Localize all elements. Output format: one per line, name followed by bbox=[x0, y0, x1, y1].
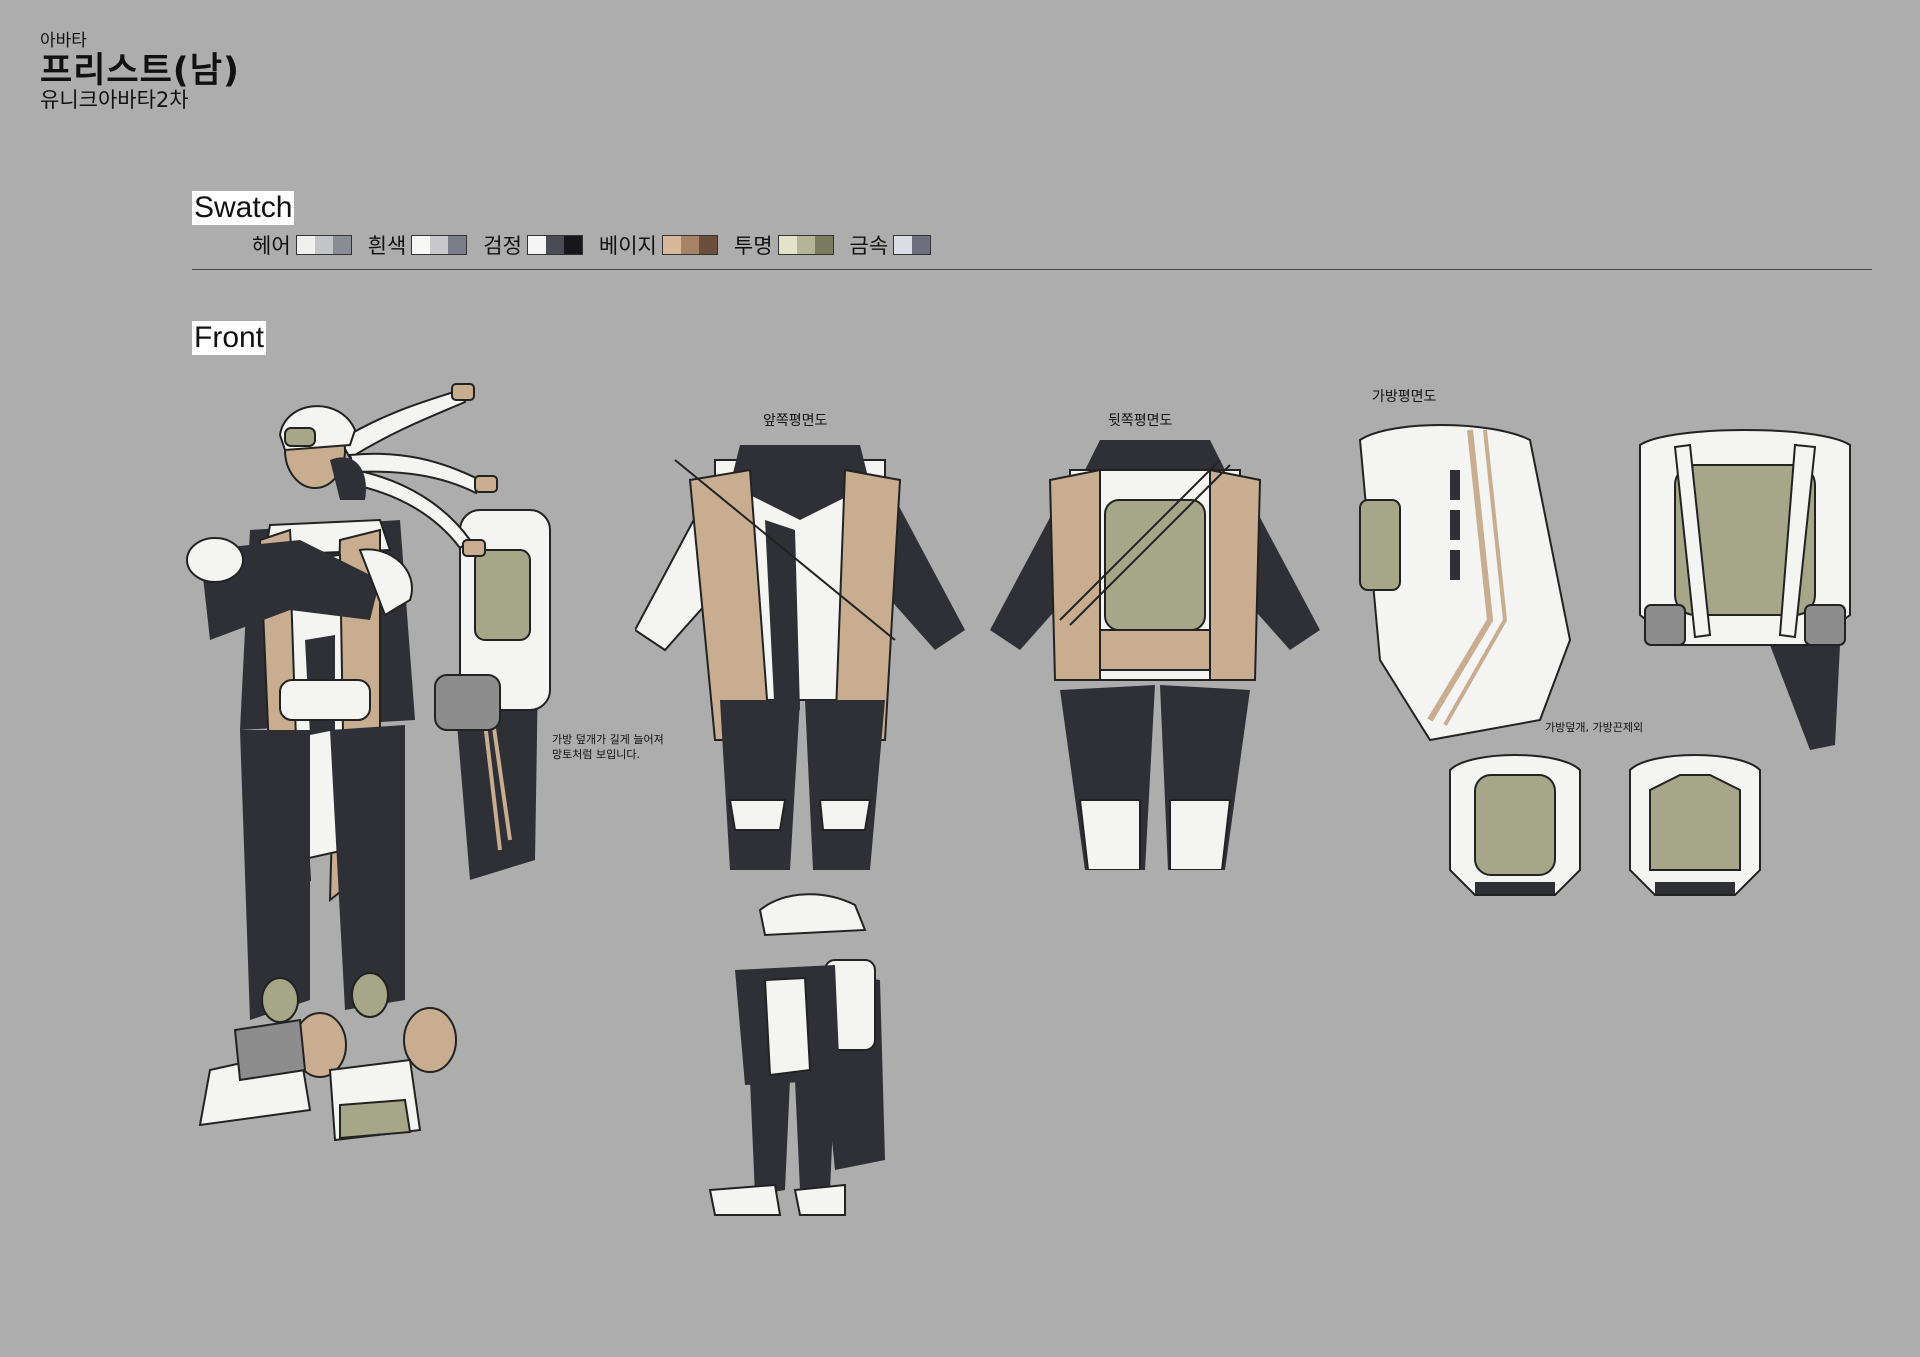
back-view-caption: 뒷쪽평면도 bbox=[1108, 413, 1173, 429]
swatch-chip bbox=[545, 236, 564, 254]
swatch-chip bbox=[796, 236, 815, 254]
bag-body-back-illustration bbox=[1629, 754, 1761, 896]
swatch-name: 투명 bbox=[733, 234, 773, 258]
swatch-chip bbox=[412, 236, 431, 254]
swatch-chip bbox=[698, 236, 717, 254]
swatch-chip bbox=[814, 236, 833, 254]
main-character-illustration bbox=[186, 383, 551, 1142]
section-divider bbox=[192, 269, 1872, 270]
swatch-name: 금속 bbox=[849, 234, 889, 258]
swatch-name: 흰색 bbox=[367, 234, 407, 258]
swatch-name: 헤어 bbox=[252, 234, 291, 258]
swatch-chip bbox=[662, 236, 681, 254]
swatch-chip bbox=[894, 236, 913, 254]
swatch-chip bbox=[332, 236, 351, 254]
swatch-group: 투명 bbox=[734, 230, 834, 260]
swatch-heading: Swatch bbox=[192, 191, 295, 225]
swatch-row: 헤어 흰색 검정 베이지 투명 금속 bbox=[252, 230, 932, 260]
swatch-chip bbox=[563, 236, 582, 254]
back-flat-illustration bbox=[990, 440, 1320, 870]
swatch-group: 흰색 bbox=[368, 230, 468, 260]
swatch-chip bbox=[430, 236, 449, 254]
swatch-name: 베이지 bbox=[598, 234, 657, 258]
bag-body-front-illustration bbox=[1449, 754, 1581, 896]
bag-side-illustration bbox=[1358, 424, 1572, 742]
bag-view-caption: 가방평면도 bbox=[1372, 389, 1437, 405]
swatch-chip-set bbox=[411, 235, 468, 255]
swatch-chip-set bbox=[893, 235, 932, 255]
front-flat-illustration bbox=[635, 445, 965, 870]
swatch-group: 금속 bbox=[850, 230, 932, 260]
front-view-caption: 앞쪽평면도 bbox=[763, 413, 828, 429]
swatch-chip bbox=[527, 236, 546, 254]
swatch-chip-set bbox=[777, 235, 834, 255]
swatch-chip bbox=[778, 236, 797, 254]
ingame-render-illustration bbox=[708, 893, 885, 1216]
page-subtitle: 유니크아바타2차 bbox=[40, 88, 189, 112]
swatch-chip bbox=[296, 236, 315, 254]
swatch-chip bbox=[680, 236, 699, 254]
swatch-chip-set bbox=[526, 235, 583, 255]
front-heading: Front bbox=[192, 321, 267, 355]
swatch-chip-set bbox=[295, 235, 352, 255]
bag-back-illustration bbox=[1639, 429, 1851, 750]
bag-lid-note: 가방덮개, 가방끈제외 bbox=[1545, 721, 1644, 734]
swatch-group: 베이지 bbox=[599, 230, 718, 260]
swatch-group: 헤어 bbox=[252, 230, 352, 260]
swatch-name: 검정 bbox=[483, 234, 522, 258]
swatch-chip bbox=[448, 236, 467, 254]
swatch-chip bbox=[314, 236, 333, 254]
swatch-group: 검정 bbox=[483, 230, 583, 260]
swatch-chip-set bbox=[661, 235, 718, 255]
swatch-chip bbox=[912, 236, 931, 254]
